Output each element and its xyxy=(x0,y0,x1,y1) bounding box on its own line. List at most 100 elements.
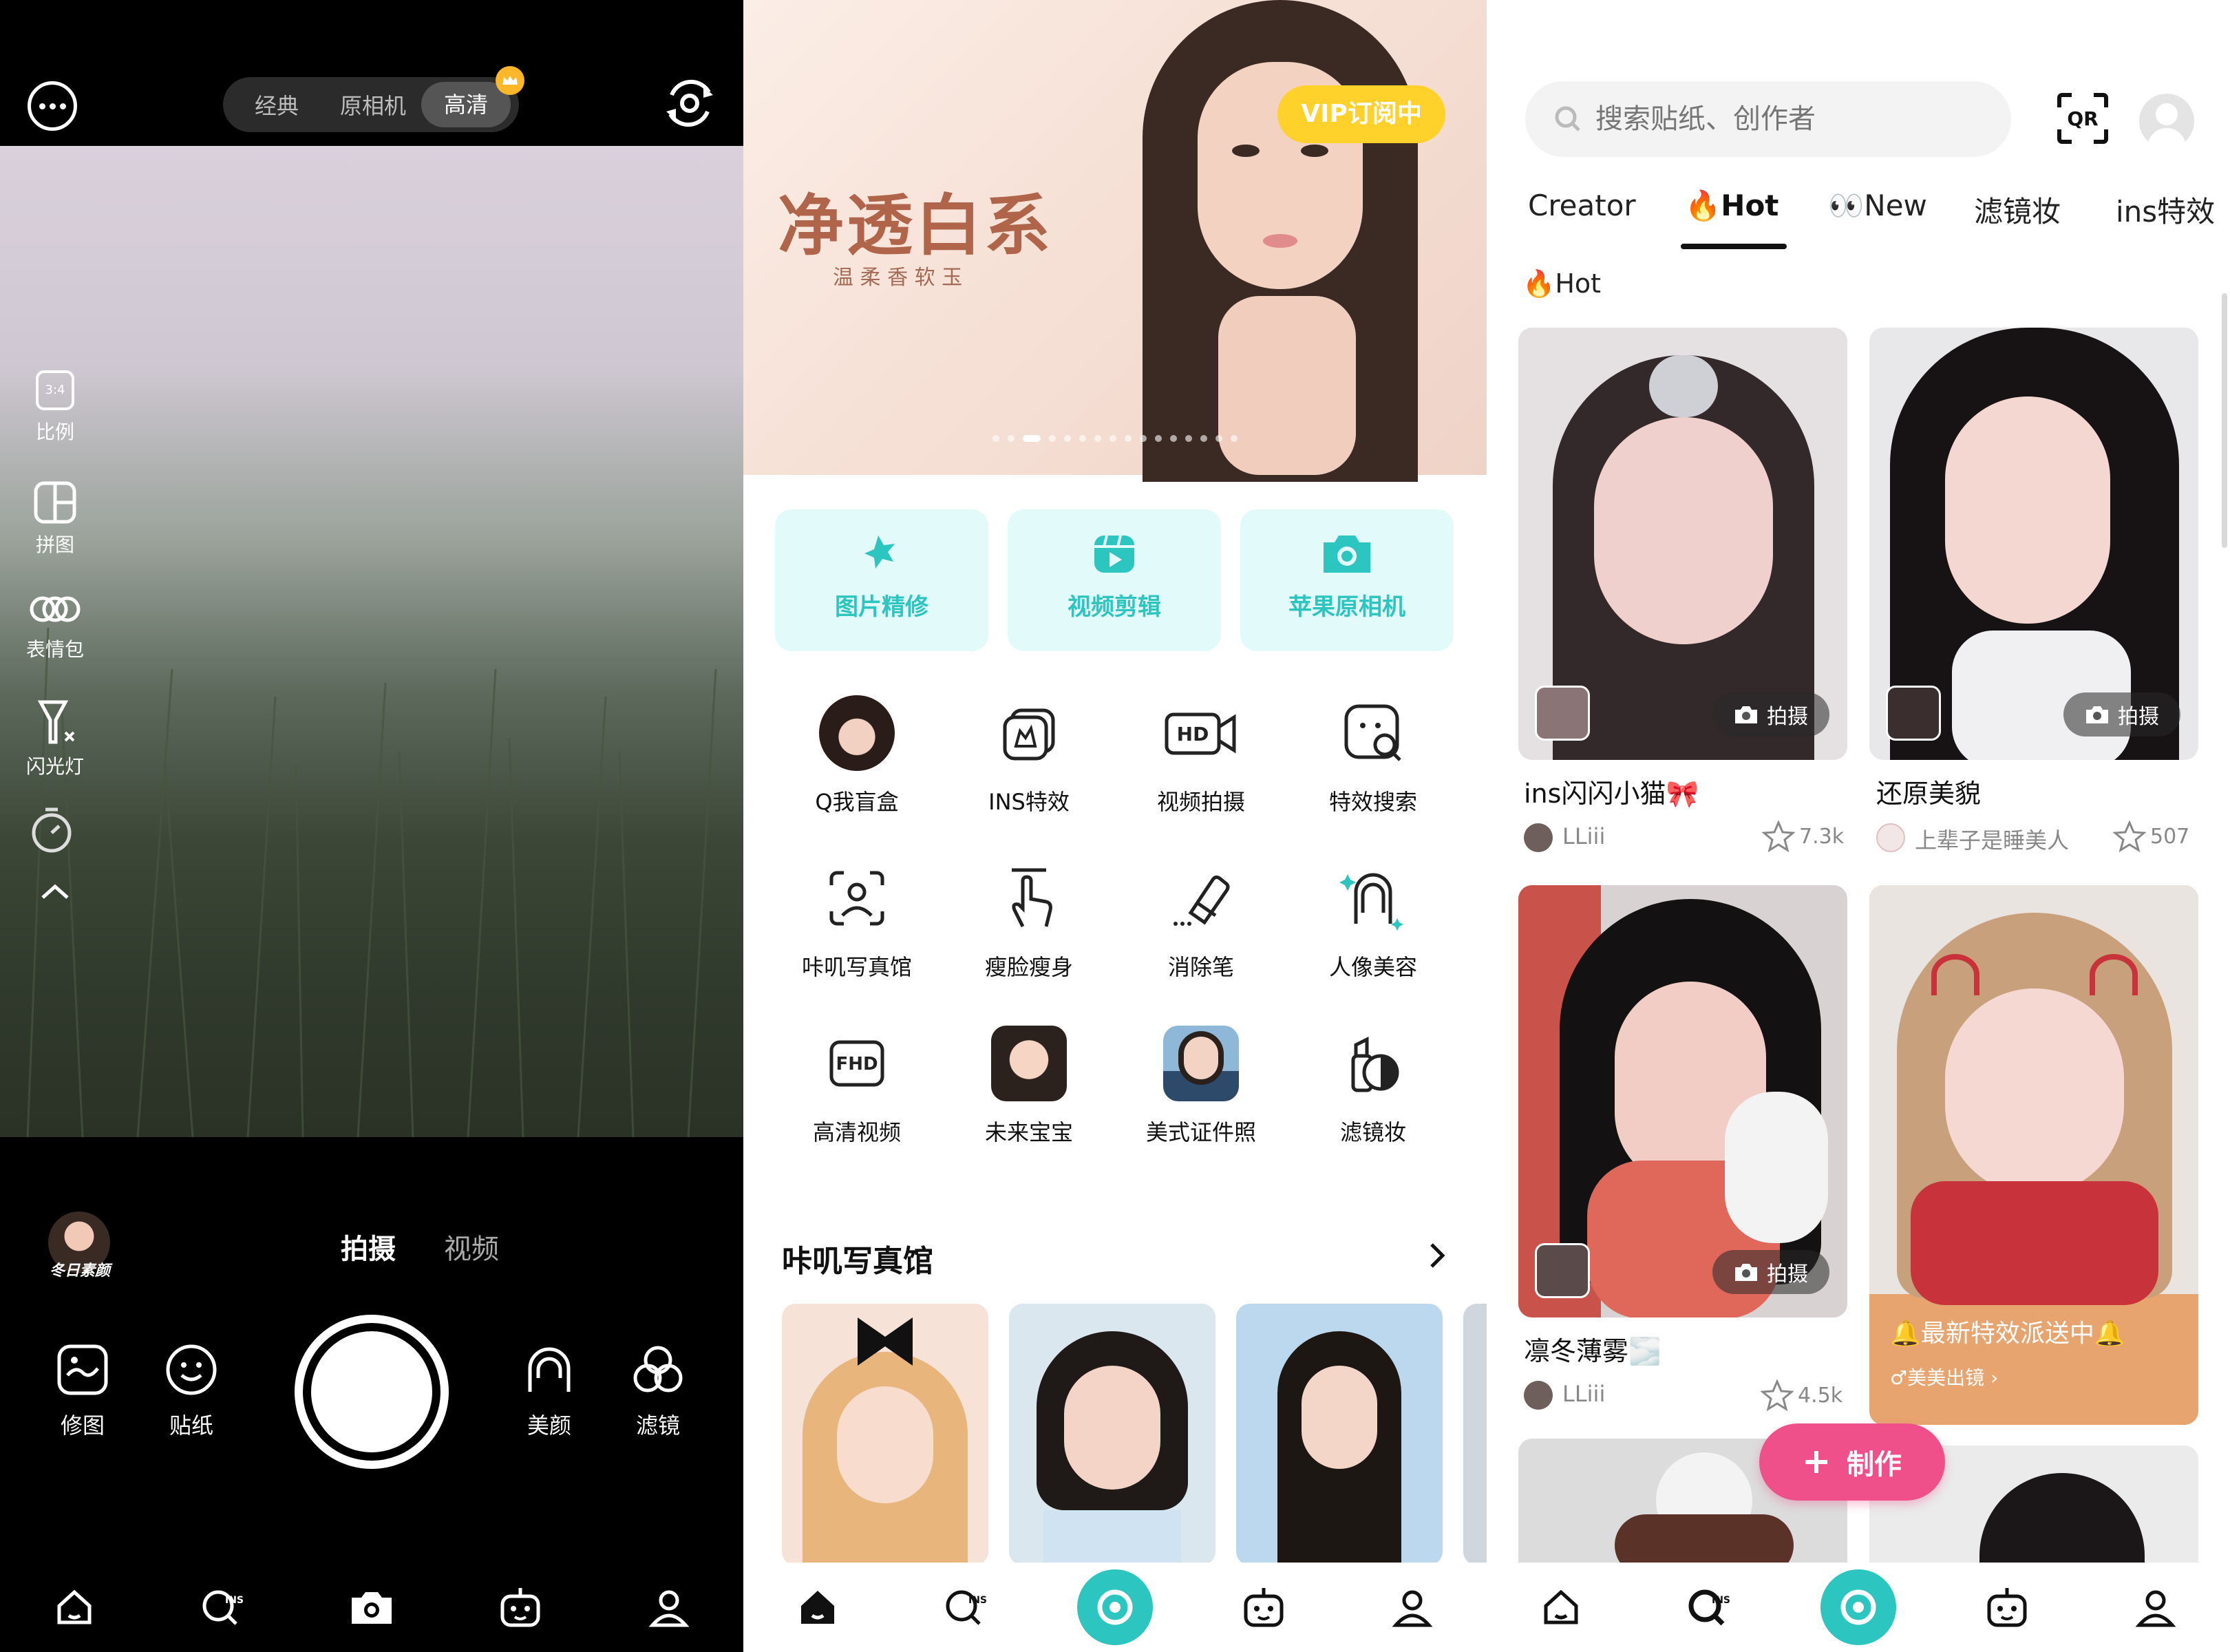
search-bar[interactable] xyxy=(1525,81,2011,157)
action-video-edit[interactable]: 视频剪辑 xyxy=(1008,509,1221,651)
nav-ins-search-icon[interactable]: INS xyxy=(182,1569,264,1645)
tab-hot[interactable]: 🔥Hot xyxy=(1685,189,1778,223)
search-input[interactable] xyxy=(1595,103,1981,135)
nav-profile-icon[interactable] xyxy=(628,1569,710,1645)
nav-profile-icon[interactable] xyxy=(1371,1569,1454,1645)
grid-item-eraser[interactable]: 消除笔 xyxy=(1115,860,1287,1026)
grid-item-video-shoot[interactable]: HD 视频拍摄 xyxy=(1115,695,1287,860)
effect-card[interactable]: 拍摄 xyxy=(1869,328,2198,760)
grid-item-photo-studio[interactable]: 咔叽写真馆 xyxy=(771,860,943,1026)
section-more-icon[interactable] xyxy=(1423,1240,1451,1271)
mode-tab-original[interactable]: 原相机 xyxy=(325,89,421,120)
qr-scan-icon[interactable]: QR xyxy=(2055,91,2110,146)
switch-camera-icon[interactable] xyxy=(661,74,719,132)
grid-item-hd-video[interactable]: FHD 高清视频 xyxy=(771,1026,943,1191)
nav-home-icon[interactable] xyxy=(776,1569,859,1645)
promo-banner[interactable]: 净透白系 温 柔 香 软 玉 VIP订阅中 xyxy=(743,0,1487,482)
side-tool-sticker-pack[interactable]: 表情包 xyxy=(14,585,96,675)
banner-dot-active[interactable] xyxy=(1023,435,1041,442)
studio-card-4[interactable] xyxy=(1463,1304,1487,1565)
make-button[interactable]: 制作 xyxy=(1759,1423,1945,1501)
banner-dot[interactable] xyxy=(1140,435,1147,442)
action-original-camera[interactable]: 苹果原相机 xyxy=(1240,509,1454,651)
banner-dot[interactable] xyxy=(1125,435,1132,442)
banner-dot[interactable] xyxy=(1155,435,1162,442)
nav-home-icon[interactable] xyxy=(33,1569,116,1645)
banner-dot[interactable] xyxy=(1170,435,1177,442)
card-author[interactable]: LLiii xyxy=(1562,1381,1605,1407)
card-capture-button[interactable]: 拍摄 xyxy=(1712,692,1829,737)
grid-item-id-photo[interactable]: 美式证件照 xyxy=(1115,1026,1287,1191)
card-capture-button[interactable]: 拍摄 xyxy=(2063,692,2180,737)
nav-home-icon[interactable] xyxy=(1520,1569,1602,1645)
card-capture-button[interactable]: 拍摄 xyxy=(1712,1250,1829,1294)
nav-robot-icon[interactable] xyxy=(1966,1569,2048,1645)
collapse-chevron-icon[interactable] xyxy=(39,881,72,909)
capture-tab-video[interactable]: 视频 xyxy=(444,1227,499,1267)
grid-item-slim[interactable]: 瘦脸瘦身 xyxy=(943,860,1115,1026)
banner-dot[interactable] xyxy=(1094,435,1101,442)
nav-robot-icon[interactable] xyxy=(479,1569,562,1645)
banner-dot[interactable] xyxy=(1231,435,1238,442)
edit-photo-icon xyxy=(57,1344,108,1395)
bottom-tool-edit[interactable]: 修图 xyxy=(48,1342,117,1440)
vip-badge[interactable]: VIP订阅中 xyxy=(1277,85,1445,143)
banner-dot[interactable] xyxy=(1064,435,1071,442)
capture-tab-photo[interactable]: 拍摄 xyxy=(341,1227,396,1267)
studio-card-3[interactable] xyxy=(1236,1304,1443,1565)
effect-card[interactable]: 拍摄 xyxy=(1518,885,1847,1317)
flash-off-icon xyxy=(37,700,75,744)
studio-card-2[interactable] xyxy=(1009,1304,1215,1565)
side-tool-ratio[interactable]: 3:4 比例 xyxy=(14,365,96,454)
banner-dot[interactable] xyxy=(1049,435,1056,442)
banner-dot[interactable] xyxy=(1109,435,1116,442)
nav-ins-search-icon[interactable]: INS xyxy=(1668,1569,1751,1645)
shutter-button[interactable] xyxy=(295,1315,449,1469)
effect-card[interactable]: 拍摄 xyxy=(1518,328,1847,760)
card-author[interactable]: LLiii xyxy=(1562,823,1605,849)
side-tool-flash[interactable]: 闪光灯 xyxy=(14,695,96,785)
mode-tab-hd[interactable]: 高清 xyxy=(421,82,511,127)
star-icon[interactable] xyxy=(1761,1379,1794,1411)
side-tool-timer[interactable] xyxy=(28,805,83,860)
grid-item-effect-search[interactable]: 特效搜索 xyxy=(1287,695,1459,860)
grid-item-ins-effect[interactable]: INS特效 xyxy=(943,695,1115,860)
tab-filter-makeup[interactable]: 滤镜妆 xyxy=(1974,189,2061,231)
banner-dot[interactable] xyxy=(1185,435,1192,442)
studio-card-1[interactable] xyxy=(782,1304,988,1565)
avatar[interactable] xyxy=(2139,94,2194,149)
grid-item-blind-box[interactable]: Q我盲盒 xyxy=(771,695,943,860)
mode-tab-classic[interactable]: 经典 xyxy=(229,89,325,120)
star-icon[interactable] xyxy=(2113,820,2146,852)
slim-hand-icon xyxy=(1012,868,1052,928)
more-icon[interactable] xyxy=(28,81,77,131)
tab-ins-effect[interactable]: ins特效 xyxy=(2116,189,2215,231)
nav-camera-icon[interactable] xyxy=(330,1569,413,1645)
bottom-tool-sticker[interactable]: 贴纸 xyxy=(157,1342,226,1440)
tab-new[interactable]: 👀New xyxy=(1828,189,1927,223)
grid-item-future-baby[interactable]: 未来宝宝 xyxy=(943,1026,1115,1191)
nav-robot-icon[interactable] xyxy=(1222,1569,1305,1645)
promo-link[interactable]: ♂美美出镜 › xyxy=(1890,1363,1998,1390)
bottom-tool-beauty[interactable]: 美颜 xyxy=(515,1342,584,1440)
banner-dot[interactable] xyxy=(1200,435,1207,442)
grid-item-filter-makeup[interactable]: 滤镜妆 xyxy=(1287,1026,1459,1191)
card-author[interactable]: 上辈子是睡美人 xyxy=(1915,823,2069,855)
nav-camera-icon[interactable] xyxy=(1817,1569,1900,1645)
banner-dot[interactable] xyxy=(992,435,999,442)
banner-dot[interactable] xyxy=(1008,435,1015,442)
star-icon[interactable] xyxy=(1762,820,1795,852)
tab-creator[interactable]: Creator xyxy=(1528,189,1636,222)
nav-camera-icon[interactable] xyxy=(1074,1569,1156,1645)
banner-dot[interactable] xyxy=(1079,435,1086,442)
action-photo-retouch[interactable]: 图片精修 xyxy=(775,509,988,651)
banner-dot[interactable] xyxy=(1215,435,1222,442)
side-tool-collage[interactable]: 拼图 xyxy=(14,475,96,564)
camera-viewfinder[interactable] xyxy=(0,146,743,1137)
grid-item-portrait-beauty[interactable]: 人像美容 xyxy=(1287,860,1459,1026)
nav-ins-search-icon[interactable]: INS xyxy=(925,1569,1008,1645)
bottom-tool-filter[interactable]: 滤镜 xyxy=(624,1342,692,1440)
nav-profile-icon[interactable] xyxy=(2114,1569,2197,1645)
promo-card[interactable]: 🔔最新特效派送中🔔 ♂美美出镜 › xyxy=(1869,885,2198,1425)
scrollbar[interactable] xyxy=(2222,293,2227,548)
